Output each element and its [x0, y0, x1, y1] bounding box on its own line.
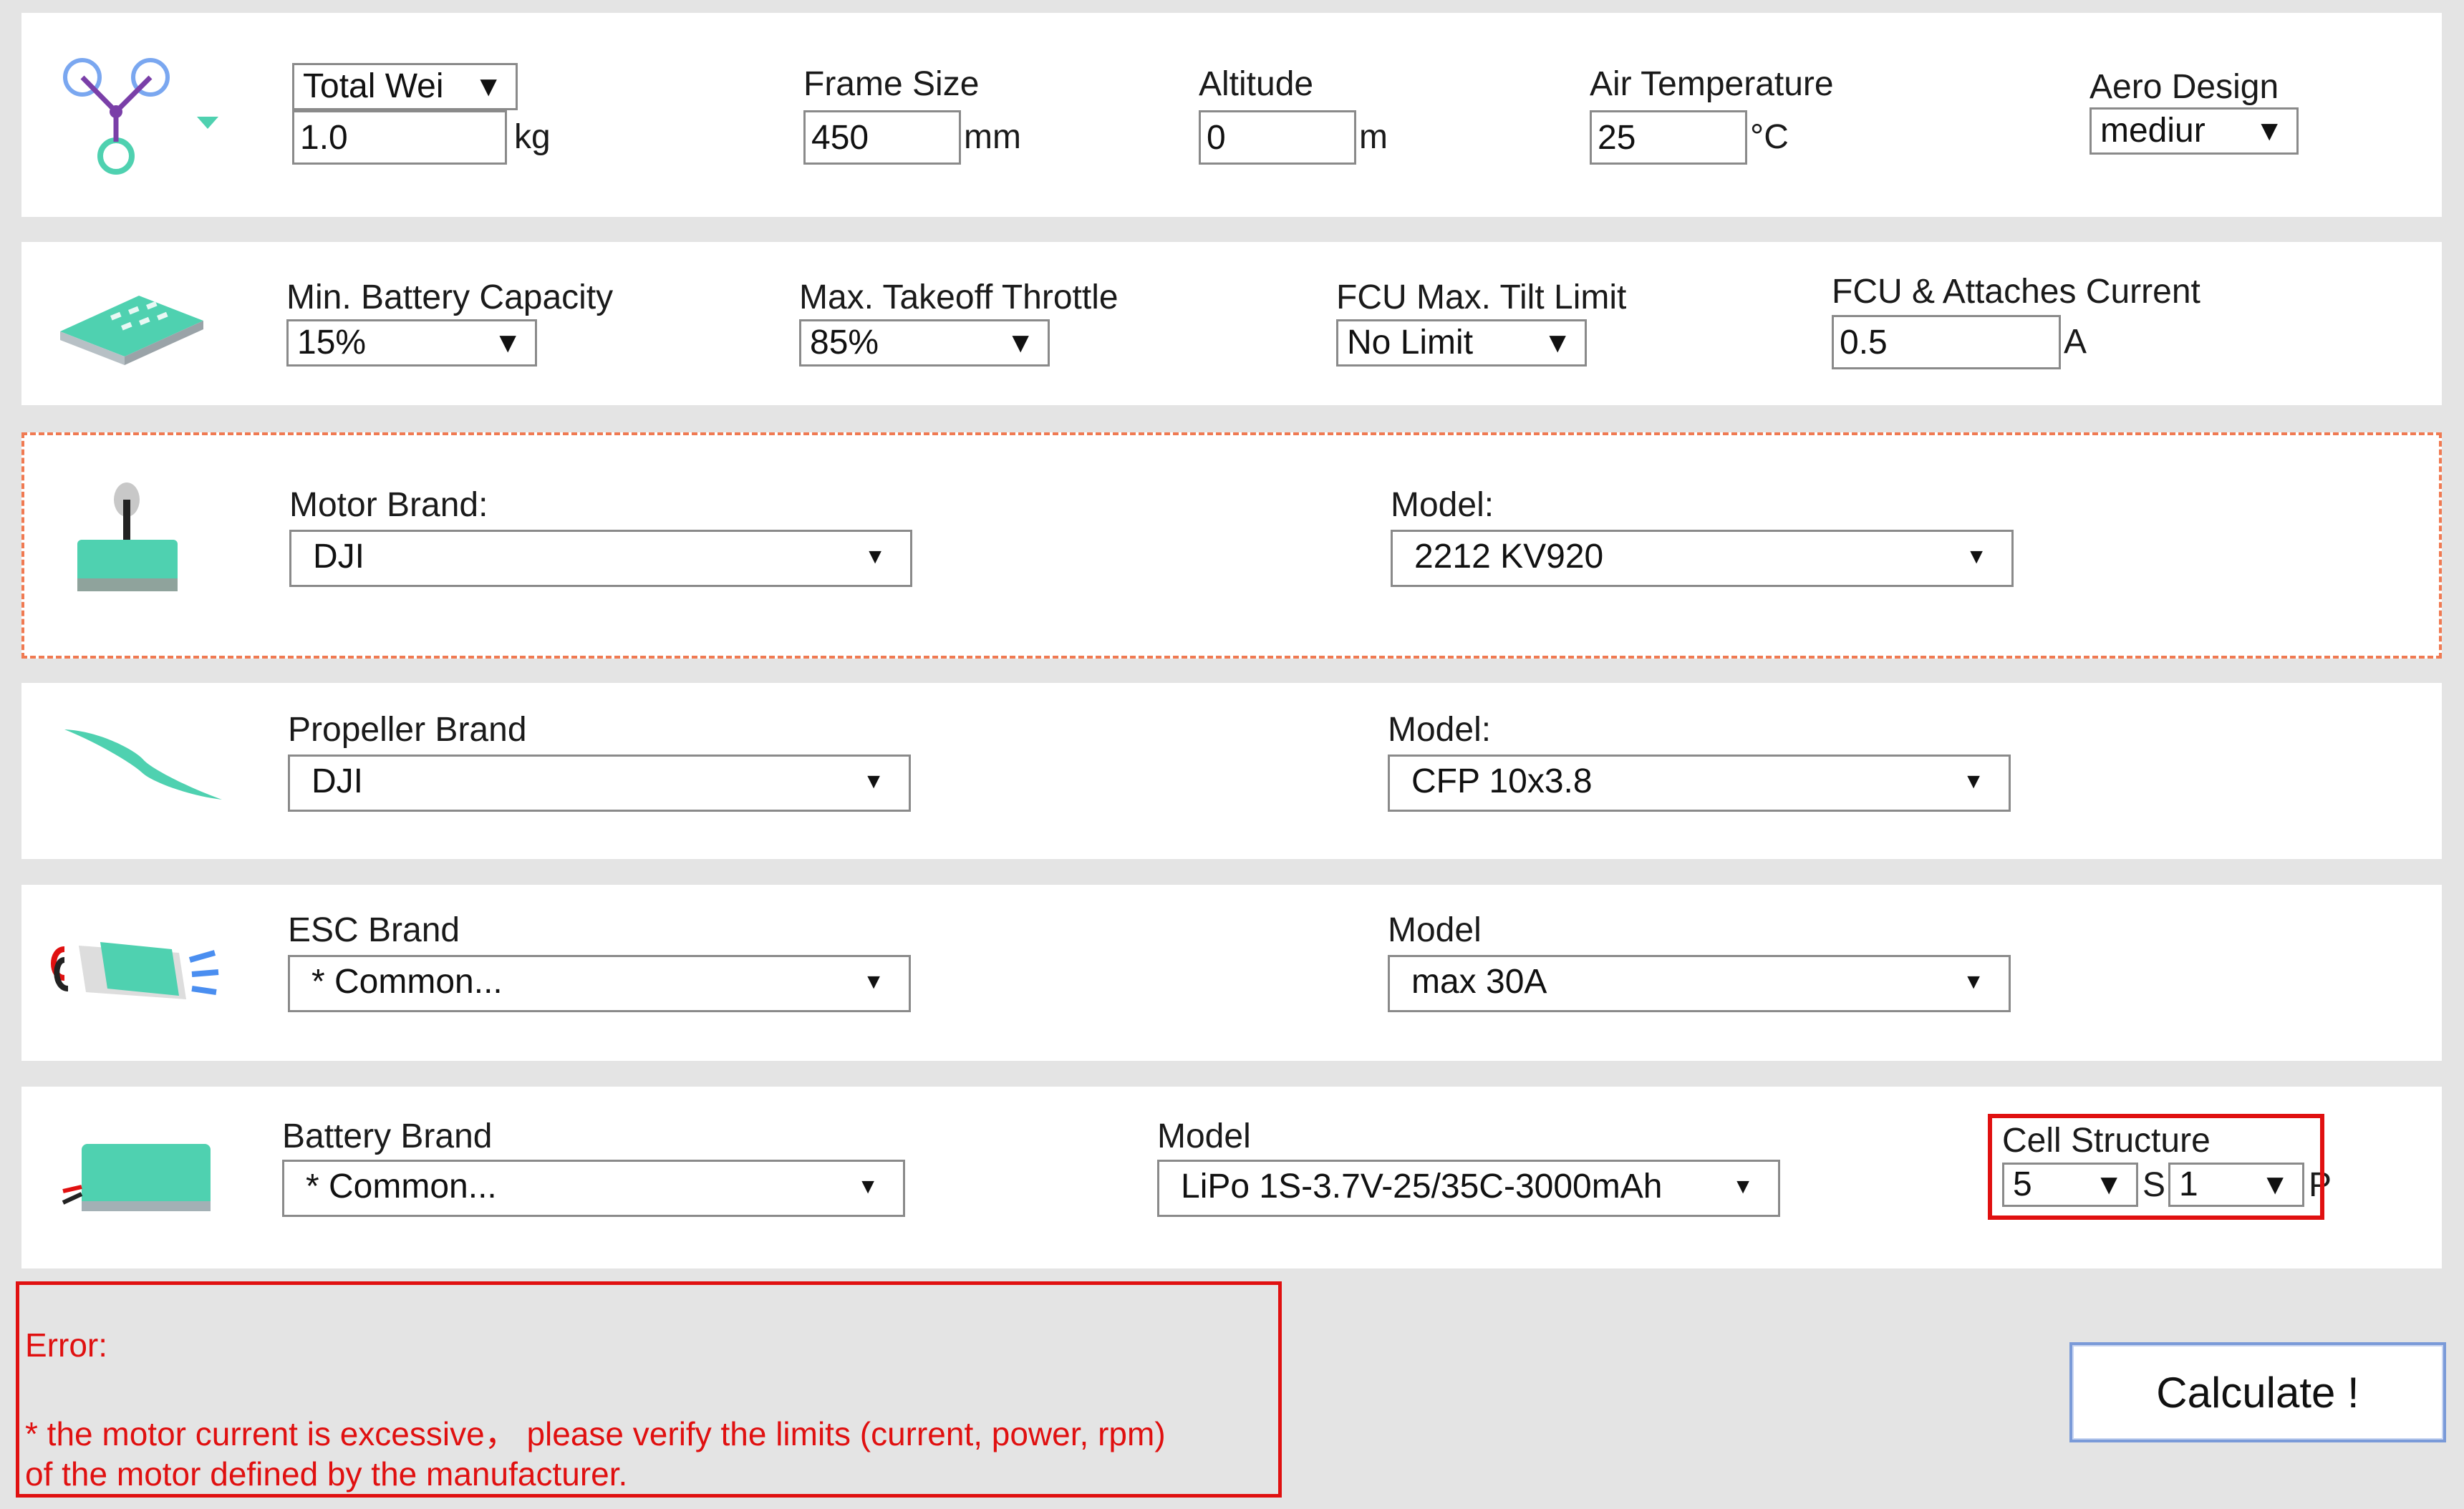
battery-brand-label: Battery Brand	[282, 1117, 493, 1155]
error-box: Error: * the motor current is excessive，…	[16, 1281, 1282, 1498]
aero-design-select[interactable]: mediur ▼	[2089, 107, 2299, 155]
esc-panel: ESC Brand * Common... ▼ Model max 30A ▼	[21, 885, 2442, 1061]
motor-model-label: Model:	[1391, 486, 1494, 524]
quadcopter-icon[interactable]	[57, 49, 222, 192]
motor-brand-label: Motor Brand:	[289, 486, 488, 524]
fcu-tilt-limit-label: FCU Max. Tilt Limit	[1336, 278, 1627, 316]
fcu-attaches-current-unit: A	[2064, 323, 2087, 361]
esc-icon	[51, 942, 219, 999]
error-title: Error:	[25, 1326, 107, 1364]
cell-structure-highlight	[1988, 1114, 2324, 1220]
propeller-brand-select[interactable]: DJI ▼	[288, 754, 911, 812]
esc-model-select[interactable]: max 30A ▼	[1388, 955, 2011, 1012]
battery-pack-icon	[60, 296, 203, 365]
motor-brand-select[interactable]: DJI ▼	[289, 530, 912, 587]
battery-model-label: Model	[1157, 1117, 1251, 1155]
altitude-label: Altitude	[1199, 65, 1314, 103]
weight-type-select[interactable]: Total Wei ▼	[292, 63, 518, 110]
battery-settings-panel: Min. Battery Capacity 15% ▼ Max. Takeoff …	[21, 242, 2442, 405]
fcu-tilt-limit-select[interactable]: No Limit ▼	[1336, 319, 1587, 367]
propeller-brand-label: Propeller Brand	[288, 711, 527, 749]
lipo-battery-icon	[62, 1144, 211, 1211]
motor-panel: Motor Brand: DJI ▼ Model: 2212 KV920 ▼	[21, 432, 2442, 659]
altitude-input[interactable]	[1199, 110, 1356, 165]
frame-size-label: Frame Size	[803, 65, 980, 103]
propeller-panel: Propeller Brand DJI ▼ Model: CFP 10x3.8 ▼	[21, 683, 2442, 859]
motor-model-select[interactable]: 2212 KV920 ▼	[1391, 530, 2014, 587]
motor-icon	[77, 482, 178, 591]
general-panel: Total Wei▼ kg Frame Size mm Altitude m A…	[21, 13, 2442, 217]
max-takeoff-throttle-select[interactable]: 85% ▼	[799, 319, 1050, 367]
battery-model-select[interactable]: LiPo 1S-3.7V-25/35C-3000mAh ▼	[1157, 1160, 1780, 1217]
frame-size-unit: mm	[964, 118, 1021, 156]
weight-unit: kg	[514, 118, 551, 156]
error-message-line2: of the motor defined by the manufacturer…	[25, 1455, 628, 1493]
aero-design-label: Aero Design	[2089, 68, 2279, 106]
error-message-line1: * the motor current is excessive， please…	[25, 1415, 1166, 1452]
fcu-attaches-current-label: FCU & Attaches Current	[1832, 273, 2200, 311]
calculate-button[interactable]: Calculate !	[2069, 1342, 2446, 1442]
battery-brand-select[interactable]: * Common... ▼	[282, 1160, 905, 1217]
esc-model-label: Model	[1388, 911, 1482, 949]
air-temperature-input[interactable]	[1590, 110, 1747, 165]
frame-size-input[interactable]	[803, 110, 961, 165]
propeller-model-label: Model:	[1388, 711, 1492, 749]
min-battery-capacity-select[interactable]: 15% ▼	[286, 319, 537, 367]
propeller-icon	[64, 729, 222, 800]
max-takeoff-throttle-label: Max. Takeoff Throttle	[799, 278, 1119, 316]
esc-brand-select[interactable]: * Common... ▼	[288, 955, 911, 1012]
min-battery-capacity-label: Min. Battery Capacity	[286, 278, 614, 316]
fcu-attaches-current-input[interactable]	[1832, 315, 2061, 369]
weight-input[interactable]	[292, 110, 507, 165]
esc-brand-label: ESC Brand	[288, 911, 460, 949]
air-temperature-label: Air Temperature	[1590, 65, 1834, 103]
altitude-unit: m	[1359, 118, 1388, 156]
propeller-model-select[interactable]: CFP 10x3.8 ▼	[1388, 754, 2011, 812]
air-temperature-unit: °C	[1750, 118, 1789, 156]
